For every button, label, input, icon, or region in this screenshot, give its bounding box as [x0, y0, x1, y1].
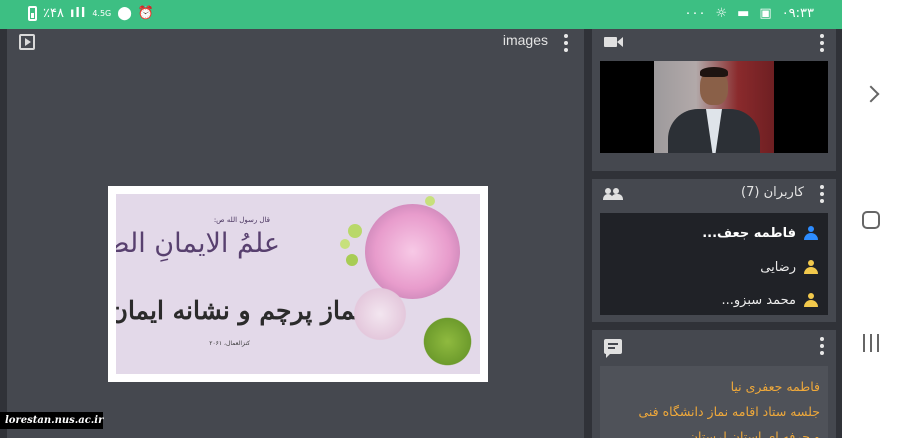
bud-image	[348, 224, 362, 238]
chat-panel: فاطمه جعفری نیا جلسه ستاد اقامه نماز دان…	[592, 330, 836, 438]
chat-menu-button[interactable]	[820, 337, 826, 355]
slide-heading-small: قال رسول الله ص:	[213, 216, 270, 224]
user-icon	[804, 226, 818, 240]
user-name: محمد سبزو...	[721, 292, 797, 308]
slide-main-text: نماز پرچم و نشانه ایمان است	[116, 296, 362, 325]
navigation-bar	[842, 0, 900, 438]
more-notifications: ۰۰۰	[684, 6, 706, 21]
presentation-slide: قال رسول الله ص: علمُ الایمانِ الصلاةُ ن…	[108, 186, 488, 382]
recent-apps-icon[interactable]	[863, 334, 879, 352]
clock: ۰۹:۳۳	[781, 6, 814, 21]
presentation-panel: images قال رسول الله ص: علمُ الایمانِ ال…	[7, 29, 584, 438]
watermark: lorestan.nus.ac.ir	[0, 412, 103, 429]
presentation-title: images	[502, 32, 548, 48]
user-list-item[interactable]: محمد سبزو...	[721, 290, 818, 310]
bud-image	[340, 239, 350, 249]
person-hair	[700, 67, 728, 77]
alarm-icon: ⏰	[137, 6, 154, 21]
camera-menu-button[interactable]	[820, 34, 826, 52]
chat-line: و حرفه ای استان لرستان	[688, 429, 820, 438]
bud-image	[425, 196, 435, 206]
network-icon: 4.5G	[92, 8, 112, 18]
signal-icon: ıll	[69, 6, 87, 21]
users-title: کاربران (7)	[741, 185, 804, 200]
user-icon	[804, 293, 818, 307]
back-chevron-icon[interactable]	[862, 85, 880, 103]
slide-reference: کنزالعمال، ۲۰۶۱	[209, 340, 250, 347]
leaf-image	[420, 314, 475, 369]
status-bar: ٪۴۸ ıll 4.5G ⬤ ⏰ ۰۰۰ ☼ ▬ ▣ ۰۹:۳۳	[0, 0, 842, 29]
user-name: رضایی	[760, 259, 796, 275]
presentation-menu-button[interactable]	[564, 34, 570, 52]
chat-line: فاطمه جعفری نیا	[730, 379, 820, 394]
slide-content: قال رسول الله ص: علمُ الایمانِ الصلاةُ ن…	[116, 194, 480, 374]
home-icon[interactable]	[862, 211, 880, 229]
video-feed[interactable]	[600, 61, 828, 153]
battery-level: ٪۴۸	[43, 6, 64, 21]
users-panel: کاربران (7) فاطمه جعف... رضایی محمد سبزو..…	[592, 179, 836, 322]
user-name: فاطمه جعف...	[702, 225, 796, 241]
camera-panel	[592, 29, 836, 171]
video-camera-icon[interactable]	[604, 37, 623, 47]
user-list-item[interactable]: فاطمه جعف...	[702, 223, 818, 243]
brightness-icon: ☼	[715, 6, 728, 21]
user-list-item[interactable]: رضایی	[760, 257, 818, 277]
gallery-icon: ▣	[759, 6, 772, 21]
chat-icon	[604, 339, 622, 358]
presentation-icon[interactable]	[19, 34, 35, 50]
flower-image	[350, 284, 410, 344]
bud-image	[346, 254, 358, 266]
users-list: فاطمه جعف... رضایی محمد سبزو...	[600, 213, 828, 315]
message-icon: ▬	[737, 6, 750, 21]
slide-hadith: علمُ الایمانِ الصلاةُ	[116, 228, 280, 259]
chat-line: جلسه ستاد اقامه نماز دانشگاه فنی	[638, 404, 820, 419]
meeting-app: images قال رسول الله ص: علمُ الایمانِ ال…	[0, 29, 842, 438]
users-menu-button[interactable]	[820, 185, 826, 203]
users-icon	[603, 188, 623, 200]
webcam-image	[654, 61, 774, 153]
user-icon	[804, 260, 818, 274]
chat-messages: فاطمه جعفری نیا جلسه ستاد اقامه نماز دان…	[600, 366, 828, 438]
battery-icon	[28, 6, 37, 21]
location-icon: ⬤	[117, 6, 132, 21]
